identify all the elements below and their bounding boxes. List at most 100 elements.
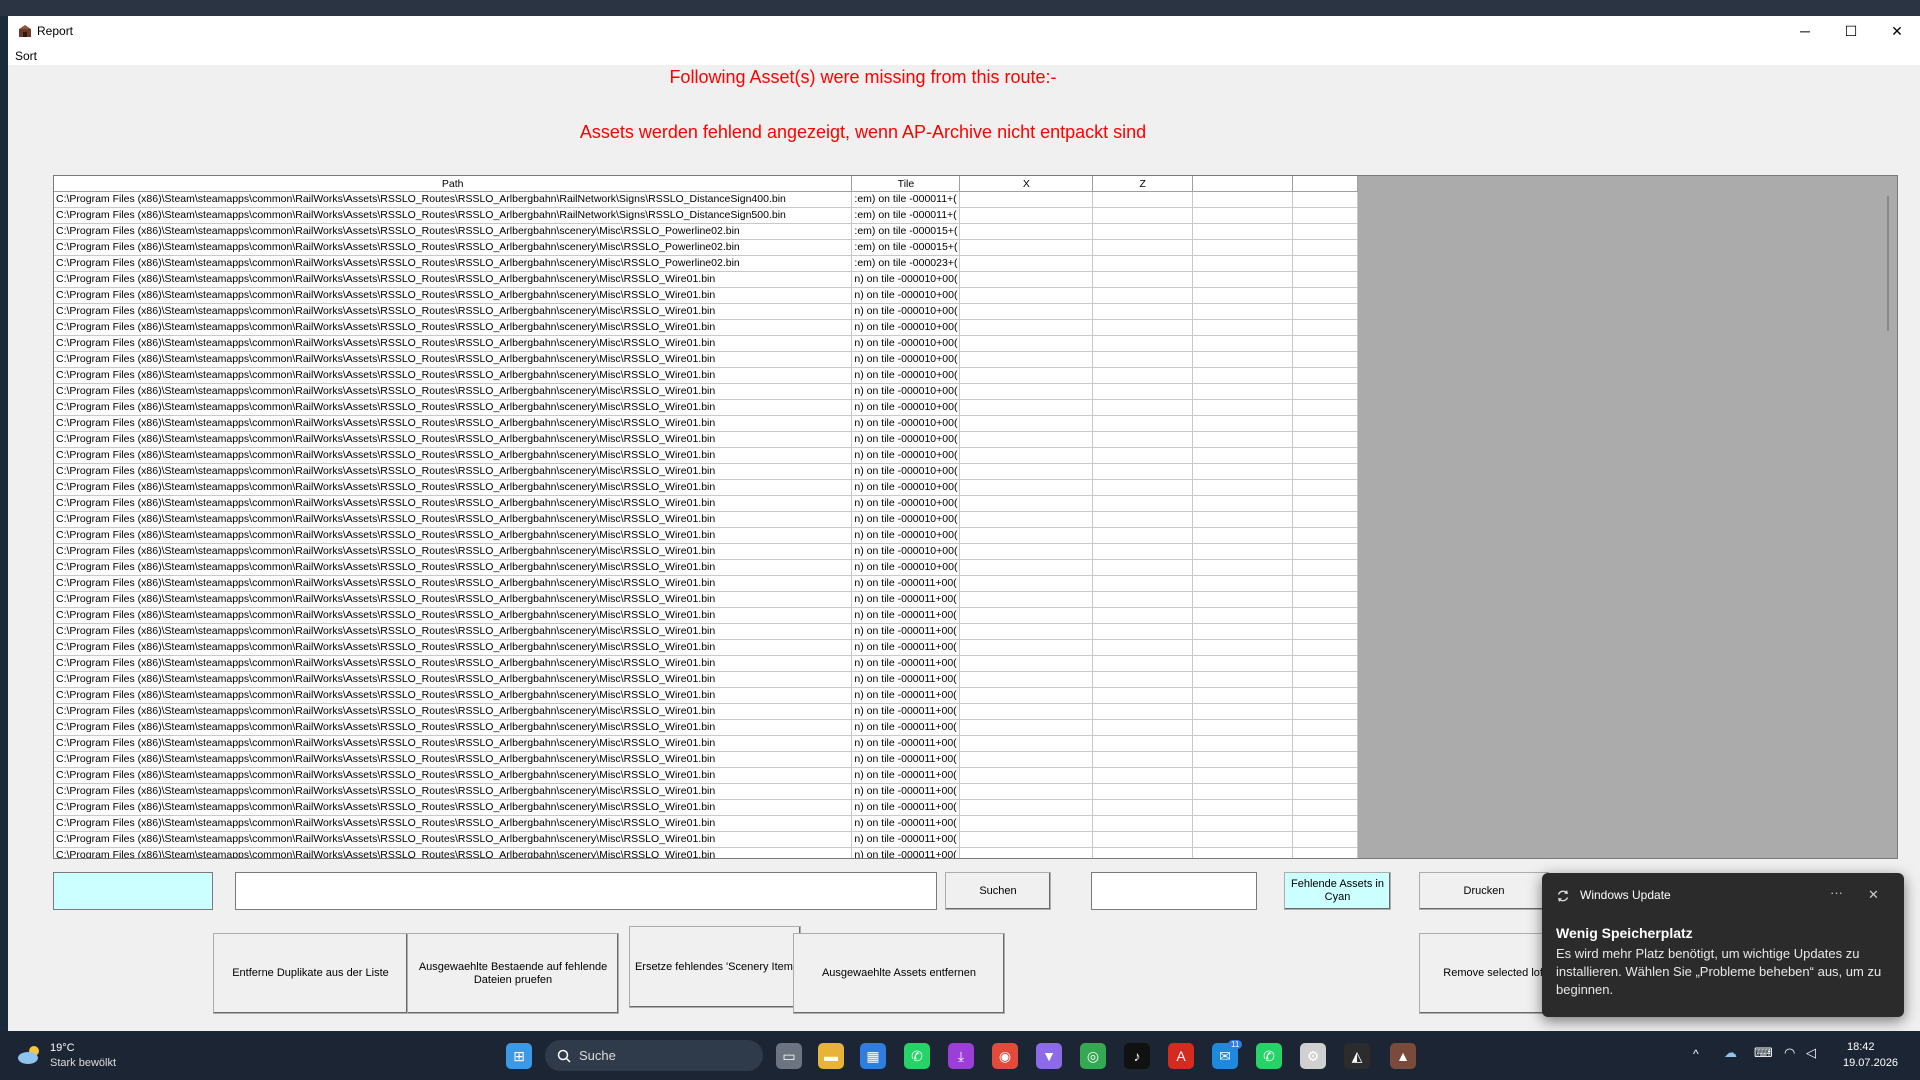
table-cell[interactable]: n) on tile -000010+00( bbox=[851, 351, 961, 368]
table-cell[interactable] bbox=[1192, 303, 1294, 320]
table-cell[interactable] bbox=[959, 735, 1094, 752]
remove-selected-assets-button[interactable]: Ausgewaehlte Assets entfernen bbox=[793, 933, 1005, 1014]
table-cell[interactable]: n) on tile -000011+00( bbox=[851, 623, 961, 640]
table-cell[interactable] bbox=[1292, 559, 1358, 576]
table-cell[interactable] bbox=[1092, 719, 1194, 736]
table-cell[interactable]: n) on tile -000011+00( bbox=[851, 815, 961, 832]
table-cell[interactable]: :em) on tile -000011+( bbox=[851, 207, 961, 224]
table-cell[interactable] bbox=[1092, 527, 1194, 544]
table-cell[interactable] bbox=[959, 687, 1094, 704]
table-cell[interactable] bbox=[959, 703, 1094, 720]
table-cell[interactable] bbox=[959, 655, 1094, 672]
table-row[interactable]: C:\Program Files (x86)\Steam\steamapps\c… bbox=[54, 447, 1358, 464]
table-cell[interactable] bbox=[959, 767, 1094, 784]
table-cell[interactable] bbox=[1092, 479, 1194, 496]
table-cell[interactable] bbox=[1192, 335, 1294, 352]
table-cell[interactable]: C:\Program Files (x86)\Steam\steamapps\c… bbox=[54, 463, 853, 480]
remove-selected-lofts-button[interactable]: Remove selected loft bbox=[1419, 933, 1549, 1014]
table-cell[interactable] bbox=[1292, 191, 1358, 208]
missing-assets-cyan-button[interactable]: Fehlende Assets in Cyan bbox=[1284, 872, 1391, 910]
table-cell[interactable]: C:\Program Files (x86)\Steam\steamapps\c… bbox=[54, 639, 853, 656]
onedrive-icon[interactable]: ☁ bbox=[1724, 1045, 1737, 1061]
table-cell[interactable] bbox=[1192, 447, 1294, 464]
table-cell[interactable] bbox=[1092, 607, 1194, 624]
table-cell[interactable] bbox=[1092, 687, 1194, 704]
table-cell[interactable]: n) on tile -000010+00( bbox=[851, 399, 961, 416]
table-cell[interactable] bbox=[1092, 751, 1194, 768]
table-cell[interactable] bbox=[959, 447, 1094, 464]
table-cell[interactable] bbox=[959, 367, 1094, 384]
table-row[interactable]: C:\Program Files (x86)\Steam\steamapps\c… bbox=[54, 559, 1358, 576]
table-cell[interactable] bbox=[1092, 463, 1194, 480]
chrome-icon[interactable]: ◉ bbox=[992, 1043, 1018, 1069]
table-cell[interactable] bbox=[1092, 815, 1194, 832]
table-cell[interactable]: n) on tile -000011+00( bbox=[851, 607, 961, 624]
speaker-icon[interactable]: ◁ bbox=[1806, 1045, 1816, 1061]
table-cell[interactable]: C:\Program Files (x86)\Steam\steamapps\c… bbox=[54, 655, 853, 672]
table-cell[interactable] bbox=[1192, 431, 1294, 448]
table-cell[interactable]: C:\Program Files (x86)\Steam\steamapps\c… bbox=[54, 479, 853, 496]
table-cell[interactable] bbox=[1192, 399, 1294, 416]
table-cell[interactable]: C:\Program Files (x86)\Steam\steamapps\c… bbox=[54, 847, 853, 858]
table-cell[interactable] bbox=[1192, 495, 1294, 512]
table-row[interactable]: C:\Program Files (x86)\Steam\steamapps\c… bbox=[54, 655, 1358, 672]
table-cell[interactable] bbox=[1092, 191, 1194, 208]
table-cell[interactable] bbox=[1192, 287, 1294, 304]
table-cell[interactable] bbox=[1292, 719, 1358, 736]
table-row[interactable]: C:\Program Files (x86)\Steam\steamapps\c… bbox=[54, 399, 1358, 416]
table-cell[interactable]: C:\Program Files (x86)\Steam\steamapps\c… bbox=[54, 559, 853, 576]
table-cell[interactable] bbox=[1192, 703, 1294, 720]
table-cell[interactable] bbox=[959, 415, 1094, 432]
table-row[interactable]: C:\Program Files (x86)\Steam\steamapps\c… bbox=[54, 495, 1358, 512]
table-cell[interactable] bbox=[1192, 719, 1294, 736]
table-cell[interactable] bbox=[1192, 463, 1294, 480]
table-cell[interactable]: n) on tile -000010+00( bbox=[851, 479, 961, 496]
table-cell[interactable] bbox=[1192, 543, 1294, 560]
table-cell[interactable]: C:\Program Files (x86)\Steam\steamapps\c… bbox=[54, 383, 853, 400]
table-cell[interactable] bbox=[959, 303, 1094, 320]
table-cell[interactable] bbox=[1192, 351, 1294, 368]
table-cell[interactable] bbox=[959, 399, 1094, 416]
table-cell[interactable] bbox=[1092, 639, 1194, 656]
table-cell[interactable] bbox=[959, 591, 1094, 608]
table-cell[interactable] bbox=[1292, 735, 1358, 752]
table-cell[interactable]: C:\Program Files (x86)\Steam\steamapps\c… bbox=[54, 335, 853, 352]
table-cell[interactable] bbox=[1192, 831, 1294, 848]
table-cell[interactable]: n) on tile -000010+00( bbox=[851, 367, 961, 384]
download-app-icon[interactable]: ⤓ bbox=[948, 1043, 974, 1069]
table-cell[interactable]: n) on tile -000011+00( bbox=[851, 735, 961, 752]
table-cell[interactable]: n) on tile -000011+00( bbox=[851, 671, 961, 688]
minimize-button[interactable]: ─ bbox=[1782, 16, 1828, 47]
table-cell[interactable] bbox=[1292, 431, 1358, 448]
table-cell[interactable] bbox=[1092, 495, 1194, 512]
table-cell[interactable]: n) on tile -000010+00( bbox=[851, 559, 961, 576]
table-cell[interactable] bbox=[959, 287, 1094, 304]
table-cell[interactable] bbox=[959, 431, 1094, 448]
table-cell[interactable] bbox=[1092, 543, 1194, 560]
table-cell[interactable] bbox=[1292, 607, 1358, 624]
table-cell[interactable]: n) on tile -000010+00( bbox=[851, 287, 961, 304]
table-cell[interactable] bbox=[1092, 383, 1194, 400]
windows-start-icon[interactable]: ⊞ bbox=[506, 1043, 532, 1069]
table-cell[interactable] bbox=[1292, 495, 1358, 512]
table-cell[interactable]: C:\Program Files (x86)\Steam\steamapps\c… bbox=[54, 719, 853, 736]
keyboard-icon[interactable]: ⌨ bbox=[1754, 1045, 1773, 1061]
table-cell[interactable] bbox=[1292, 415, 1358, 432]
table-cell[interactable]: n) on tile -000010+00( bbox=[851, 303, 961, 320]
table-cell[interactable]: C:\Program Files (x86)\Steam\steamapps\c… bbox=[54, 271, 853, 288]
table-cell[interactable]: C:\Program Files (x86)\Steam\steamapps\c… bbox=[54, 223, 853, 240]
tool-app-icon[interactable]: ⚙ bbox=[1300, 1043, 1326, 1069]
railworks-app-icon[interactable]: ▲ bbox=[1390, 1043, 1416, 1069]
table-cell[interactable] bbox=[1192, 239, 1294, 256]
table-cell[interactable]: C:\Program Files (x86)\Steam\steamapps\c… bbox=[54, 431, 853, 448]
table-cell[interactable] bbox=[1292, 639, 1358, 656]
table-cell[interactable]: C:\Program Files (x86)\Steam\steamapps\c… bbox=[54, 543, 853, 560]
table-cell[interactable] bbox=[1292, 751, 1358, 768]
table-cell[interactable]: n) on tile -000011+00( bbox=[851, 751, 961, 768]
table-cell[interactable] bbox=[1192, 255, 1294, 272]
table-cell[interactable] bbox=[1292, 703, 1358, 720]
arc-app-icon[interactable]: ◭ bbox=[1344, 1043, 1370, 1069]
table-row[interactable]: C:\Program Files (x86)\Steam\steamapps\c… bbox=[54, 351, 1358, 368]
vpn-icon[interactable]: ▼ bbox=[1036, 1043, 1062, 1069]
table-cell[interactable]: C:\Program Files (x86)\Steam\steamapps\c… bbox=[54, 799, 853, 816]
